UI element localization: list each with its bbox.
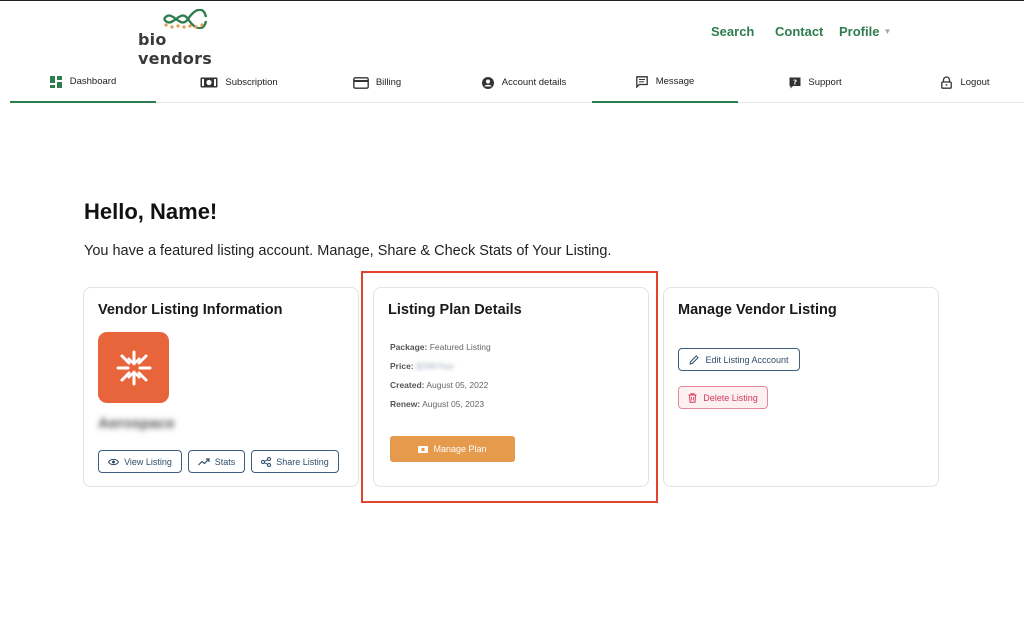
view-listing-button[interactable]: View Listing bbox=[98, 450, 182, 473]
renew-row: Renew: August 05, 2023 bbox=[390, 399, 484, 409]
eye-icon bbox=[108, 458, 120, 465]
tab-subscription[interactable]: Subscription bbox=[184, 62, 294, 103]
nav-search-link[interactable]: Search bbox=[711, 24, 754, 39]
button-label: Share Listing bbox=[276, 456, 329, 467]
tab-label: Billing bbox=[375, 77, 402, 88]
edit-listing-button[interactable]: Edit Listing Acccount bbox=[678, 348, 800, 371]
share-icon bbox=[261, 456, 272, 467]
card-title: Manage Vendor Listing bbox=[678, 302, 837, 318]
price-row: Price: $299/Year bbox=[390, 361, 454, 371]
page-subtitle: You have a featured listing account. Man… bbox=[84, 243, 612, 259]
package-label: Package: bbox=[390, 342, 428, 352]
tab-support[interactable]: ? Support bbox=[770, 62, 860, 103]
pencil-icon bbox=[689, 354, 700, 365]
user-circle-icon bbox=[482, 76, 495, 89]
nav-contact-link[interactable]: Contact bbox=[775, 24, 823, 39]
manage-listing-card: Manage Vendor Listing Edit Listing Accco… bbox=[663, 287, 939, 487]
button-label: Delete Listing bbox=[703, 392, 758, 403]
vendor-info-card: Vendor Listing Information Aerospace Vie… bbox=[83, 287, 359, 487]
tab-dashboard[interactable]: Dashboard bbox=[10, 62, 156, 103]
trending-up-icon bbox=[197, 457, 210, 465]
tab-label: Logout bbox=[960, 77, 990, 88]
tab-message[interactable]: Message bbox=[592, 62, 738, 103]
vendor-name: Aerospace bbox=[98, 415, 175, 432]
vendor-logo-icon bbox=[116, 350, 151, 385]
manage-plan-button[interactable]: Manage Plan bbox=[390, 436, 515, 462]
lock-icon bbox=[940, 76, 953, 89]
tab-account-details[interactable]: Account details bbox=[464, 62, 584, 103]
created-label: Created: bbox=[390, 380, 425, 390]
help-icon: ? bbox=[788, 76, 801, 89]
subscription-icon bbox=[200, 76, 218, 89]
created-value: August 05, 2022 bbox=[426, 380, 489, 390]
plan-icon bbox=[418, 445, 429, 453]
dashboard-icon bbox=[50, 75, 63, 88]
card-title: Vendor Listing Information bbox=[98, 302, 283, 318]
share-listing-button[interactable]: Share Listing bbox=[251, 450, 339, 473]
renew-value: August 05, 2023 bbox=[422, 399, 485, 409]
package-row: Package: Featured Listing bbox=[390, 342, 491, 352]
brand-logo[interactable]: bio vendors bbox=[138, 9, 234, 68]
trash-icon bbox=[688, 392, 697, 403]
top-border bbox=[0, 0, 1024, 1]
plan-details-card: Listing Plan Details Package: Featured L… bbox=[373, 287, 649, 487]
package-value: Featured Listing bbox=[429, 342, 491, 352]
card-title: Listing Plan Details bbox=[388, 302, 522, 318]
nav-profile-menu[interactable]: Profile ▼ bbox=[839, 24, 891, 39]
message-icon bbox=[636, 75, 649, 88]
profile-label: Profile bbox=[839, 24, 880, 39]
dna-logo-icon bbox=[163, 9, 208, 29]
credit-card-icon bbox=[352, 76, 369, 89]
tab-label: Message bbox=[655, 76, 695, 87]
tab-label: Dashboard bbox=[69, 76, 117, 87]
dashboard-tabs: Dashboard Subscription Billing Account d… bbox=[10, 62, 1024, 103]
button-label: View Listing bbox=[124, 456, 172, 467]
stats-button[interactable]: Stats bbox=[188, 450, 245, 473]
tab-label: Subscription bbox=[225, 77, 278, 88]
renew-label: Renew: bbox=[390, 399, 421, 409]
button-label: Stats bbox=[214, 456, 236, 467]
svg-text:?: ? bbox=[793, 78, 797, 86]
delete-listing-button[interactable]: Delete Listing bbox=[678, 386, 768, 409]
button-label: Edit Listing Acccount bbox=[705, 354, 789, 365]
tab-label: Support bbox=[808, 77, 842, 88]
created-row: Created: August 05, 2022 bbox=[390, 380, 488, 390]
price-label: Price: bbox=[390, 361, 414, 371]
page-title: Hello, Name! bbox=[84, 199, 218, 224]
price-value: $299/Year bbox=[416, 361, 455, 371]
button-label: Manage Plan bbox=[433, 444, 487, 454]
tab-billing[interactable]: Billing bbox=[332, 62, 422, 103]
chevron-down-icon: ▼ bbox=[883, 27, 892, 36]
vendor-logo bbox=[98, 332, 169, 403]
tab-logout[interactable]: Logout bbox=[920, 62, 1010, 103]
tab-label: Account details bbox=[501, 77, 567, 88]
